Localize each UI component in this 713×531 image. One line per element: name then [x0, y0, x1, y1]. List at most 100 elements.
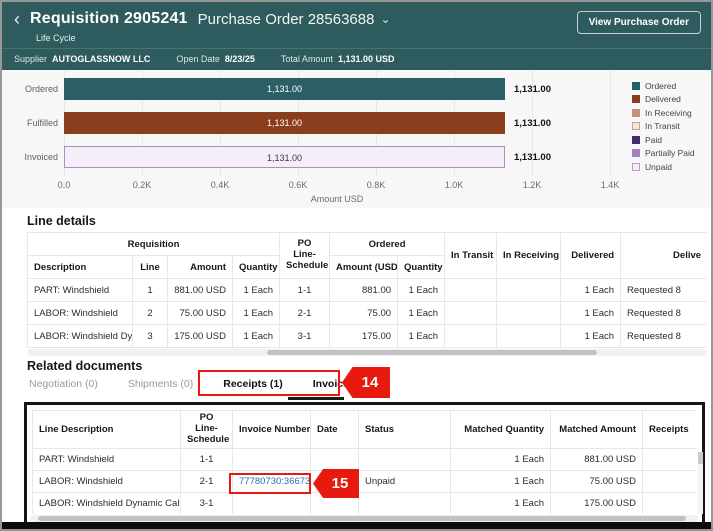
- scrollbar-thumb[interactable]: [38, 516, 686, 521]
- group-header-ordered: Ordered: [330, 233, 445, 256]
- active-tab-underline: [288, 397, 344, 400]
- legend-swatch-icon: [632, 149, 640, 157]
- header-in-receiving: In Receiving: [497, 233, 561, 279]
- gridline: [610, 70, 611, 176]
- requisition-title: Requisition 2905241: [30, 10, 188, 28]
- header-description: Description: [28, 256, 133, 279]
- cell-amount: 75.00 USD: [168, 302, 233, 325]
- header-date: Date: [311, 411, 359, 449]
- cell-po-line-schedule: 2-1: [280, 302, 330, 325]
- tab-shipments[interactable]: Shipments (0): [126, 376, 195, 392]
- line-details-hscrollbar[interactable]: [27, 349, 707, 356]
- legend-swatch-icon: [632, 122, 640, 130]
- header-delivered: Delivered: [561, 233, 621, 279]
- cell-delivery: Requested 8: [621, 325, 707, 348]
- cell-matched-amount: 75.00 USD: [551, 470, 643, 492]
- header-divider: [2, 48, 711, 49]
- invoice-row-2: LABOR: Windshield 2-1 77780730:3667385 U…: [33, 470, 697, 492]
- cell-status: [359, 448, 451, 470]
- cell-delivery: Requested 8: [621, 302, 707, 325]
- back-chevron-icon[interactable]: ‹: [14, 10, 20, 28]
- end-label-invoiced: 1,131.00: [514, 152, 551, 163]
- header-meta-row: SupplierAUTOGLASSNOW LLC Open Date8/23/2…: [14, 54, 395, 64]
- line-details-row-1: PART: Windshield 1 881.00 USD 1 Each 1-1…: [28, 279, 708, 302]
- line-details-row-3: LABOR: Windshield Dynar 3 175.00 USD 1 E…: [28, 325, 708, 348]
- tab-negotiation[interactable]: Negotiation (0): [27, 376, 100, 392]
- cell-status: Unpaid: [359, 470, 451, 492]
- cell-status: [359, 492, 451, 514]
- cell-line-description: LABOR: Windshield Dynamic Calib: [33, 492, 181, 514]
- invoices-header-row: Line Description PO Line-Schedule Invoic…: [33, 411, 697, 449]
- cell-line: 1: [133, 279, 168, 302]
- line-details-table: Requisition PO Line-Schedule Ordered In …: [27, 232, 707, 348]
- view-purchase-order-button[interactable]: View Purchase Order: [577, 11, 701, 34]
- header-po-line-schedule: PO Line-Schedule: [280, 233, 330, 279]
- legend-swatch-icon: [632, 82, 640, 90]
- cell-invoice-number: [233, 492, 311, 514]
- bar-invoiced[interactable]: 1,131.00: [64, 146, 505, 168]
- cell-line: 3: [133, 325, 168, 348]
- bar-invoiced-label: 1,131.00: [65, 147, 504, 167]
- cell-line: 2: [133, 302, 168, 325]
- bar-fulfilled-label: 1,131.00: [64, 112, 505, 134]
- cell-in-transit: [445, 279, 497, 302]
- cell-matched-quantity: 1 Each: [451, 448, 551, 470]
- header-delivery: Delive: [621, 233, 707, 279]
- cell-matched-quantity: 1 Each: [451, 492, 551, 514]
- header-line: Line: [133, 256, 168, 279]
- cell-quantity: 1 Each: [233, 302, 280, 325]
- scrollbar-thumb[interactable]: [698, 452, 703, 464]
- end-label-fulfilled: 1,131.00: [514, 118, 551, 129]
- cell-matched-amount: 175.00 USD: [551, 492, 643, 514]
- header-ordered-quantity: Quantity: [398, 256, 445, 279]
- lifecycle-bar-chart: 1,131.00 1,131.00 1,131.00 Ordered Fulfi…: [2, 70, 711, 208]
- invoice-row-1: PART: Windshield 1-1 1 Each 881.00 USD: [33, 448, 697, 470]
- cell-ordered-quantity: 1 Each: [398, 279, 445, 302]
- bottom-black-bar: [2, 522, 711, 531]
- invoices-hscrollbar[interactable]: [30, 515, 698, 522]
- cell-po-line-schedule: 3-1: [280, 325, 330, 348]
- cell-po-line-schedule: 2-1: [181, 470, 233, 492]
- scrollbar-thumb[interactable]: [267, 350, 597, 355]
- open-date-field: Open Date8/23/25: [176, 54, 255, 64]
- invoices-vscrollbar[interactable]: [698, 452, 703, 514]
- legend-swatch-icon: [632, 109, 640, 117]
- header-matched-amount: Matched Amount: [551, 411, 643, 449]
- header-status: Status: [359, 411, 451, 449]
- cell-po-line-schedule: 1-1: [280, 279, 330, 302]
- chevron-down-icon[interactable]: ⌄: [380, 12, 390, 26]
- bar-ordered[interactable]: 1,131.00: [64, 78, 505, 100]
- supplier-field: SupplierAUTOGLASSNOW LLC: [14, 54, 150, 64]
- open-date-value: 8/23/25: [225, 54, 255, 64]
- cell-in-transit: [445, 302, 497, 325]
- purchase-order-title[interactable]: Purchase Order 28563688: [198, 11, 375, 28]
- end-label-ordered: 1,131.00: [514, 84, 551, 95]
- cell-quantity: 1 Each: [233, 325, 280, 348]
- x-tick: 0.8K: [367, 180, 386, 190]
- cell-delivered: 1 Each: [561, 302, 621, 325]
- legend-item-in-transit: In Transit: [632, 120, 695, 134]
- cell-receipts: [643, 470, 697, 492]
- cell-in-receiving: [497, 302, 561, 325]
- cell-in-receiving: [497, 279, 561, 302]
- chart-legend: Ordered Delivered In Receiving In Transi…: [632, 79, 695, 174]
- x-axis-title: Amount USD: [64, 194, 610, 204]
- bar-fulfilled[interactable]: 1,131.00: [64, 112, 505, 134]
- group-header-requisition: Requisition: [28, 233, 280, 256]
- cell-ordered-amount: 175.00: [330, 325, 398, 348]
- cell-ordered-quantity: 1 Each: [398, 325, 445, 348]
- x-tick: 0.2K: [133, 180, 152, 190]
- legend-item-delivered: Delivered: [632, 93, 695, 107]
- cell-description: LABOR: Windshield: [28, 302, 133, 325]
- lifecycle-subtitle: Life Cycle: [36, 33, 76, 43]
- cell-po-line-schedule: 1-1: [181, 448, 233, 470]
- cell-delivered: 1 Each: [561, 279, 621, 302]
- header-ordered-amount: Amount (USD): [330, 256, 398, 279]
- page-header: ‹ Requisition 2905241 Purchase Order 285…: [2, 2, 711, 70]
- annotation-box-15: [229, 473, 311, 494]
- x-tick: 0.4K: [211, 180, 230, 190]
- total-amount-field: Total Amount1,131.00 USD: [281, 54, 395, 64]
- legend-item-in-receiving: In Receiving: [632, 106, 695, 120]
- supplier-value: AUTOGLASSNOW LLC: [52, 54, 150, 64]
- legend-item-partially-paid: Partially Paid: [632, 147, 695, 161]
